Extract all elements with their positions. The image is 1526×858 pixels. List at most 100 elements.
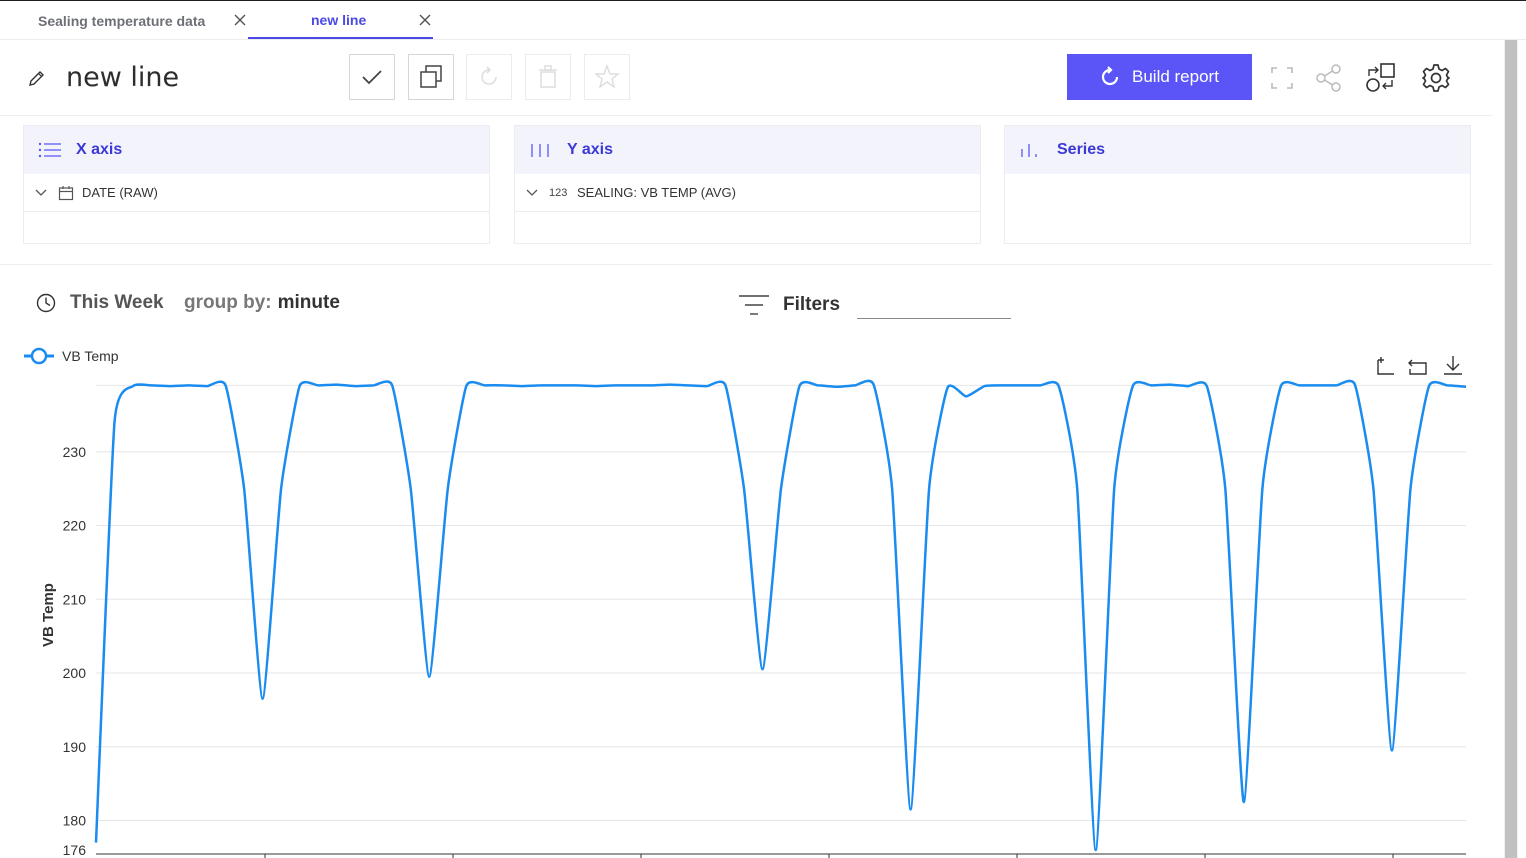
data-point[interactable] (1390, 748, 1394, 752)
data-point[interactable] (446, 487, 450, 491)
scrollbar-thumb[interactable] (1505, 40, 1517, 858)
data-point[interactable] (168, 384, 172, 388)
data-point[interactable] (409, 487, 413, 491)
data-point[interactable] (131, 384, 135, 388)
data-point[interactable] (724, 383, 728, 387)
data-point[interactable] (94, 841, 98, 845)
data-point[interactable] (483, 383, 487, 387)
data-point[interactable] (113, 420, 117, 424)
legend-marker[interactable] (30, 347, 48, 365)
data-point[interactable] (1409, 487, 1413, 491)
data-point[interactable] (927, 487, 931, 491)
data-point[interactable] (668, 383, 672, 387)
data-point[interactable] (779, 487, 783, 491)
data-point[interactable] (1112, 487, 1116, 491)
data-point[interactable] (538, 383, 542, 387)
data-point[interactable] (1334, 383, 1338, 387)
data-point[interactable] (335, 383, 339, 387)
data-point[interactable] (150, 383, 154, 387)
data-point[interactable] (390, 383, 394, 387)
data-point[interactable] (1464, 385, 1468, 389)
data-point[interactable] (1446, 383, 1450, 387)
data-point[interactable] (1075, 487, 1079, 491)
pencil-icon[interactable] (27, 68, 47, 88)
close-icon[interactable] (417, 12, 433, 28)
duplicate-button[interactable] (408, 54, 454, 100)
data-point[interactable] (298, 384, 302, 388)
data-point[interactable] (1020, 383, 1024, 387)
data-point[interactable] (1297, 383, 1301, 387)
fullscreen-button[interactable] (1266, 62, 1298, 94)
data-point[interactable] (705, 384, 709, 388)
data-point[interactable] (798, 384, 802, 388)
data-point[interactable] (1149, 383, 1153, 387)
data-point[interactable] (1186, 384, 1190, 388)
data-point[interactable] (1371, 487, 1375, 491)
share-button[interactable] (1313, 62, 1345, 94)
data-point[interactable] (1279, 384, 1283, 388)
data-point[interactable] (649, 383, 653, 387)
data-point[interactable] (1353, 383, 1357, 387)
group-by-selector[interactable]: group by: minute (184, 292, 340, 314)
data-point[interactable] (761, 667, 765, 671)
y-axis-field[interactable]: 123 SEALING: VB TEMP (AVG) (515, 174, 980, 212)
data-point[interactable] (353, 384, 357, 388)
data-point[interactable] (1242, 800, 1246, 804)
data-point[interactable] (1057, 384, 1061, 388)
data-point[interactable] (316, 383, 320, 387)
data-point[interactable] (520, 384, 524, 388)
filters-toggle[interactable]: Filters (738, 292, 840, 318)
data-point[interactable] (575, 383, 579, 387)
download-icon[interactable] (1444, 356, 1462, 375)
data-point[interactable] (1316, 383, 1320, 387)
tab-sealing-temperature-data[interactable]: Sealing temperature data (38, 11, 205, 31)
tab-new-line[interactable]: new line (248, 1, 433, 39)
data-point[interactable] (1038, 383, 1042, 387)
chevron-down-icon[interactable] (525, 186, 539, 200)
data-point[interactable] (261, 697, 265, 701)
data-point[interactable] (1205, 384, 1209, 388)
data-point[interactable] (279, 487, 283, 491)
data-point[interactable] (1427, 384, 1431, 388)
favorite-button[interactable] (584, 54, 630, 100)
chevron-down-icon[interactable] (34, 186, 48, 200)
data-point[interactable] (631, 383, 635, 387)
restore-icon[interactable] (1408, 359, 1427, 375)
data-point[interactable] (1094, 848, 1098, 852)
settings-button[interactable] (1420, 62, 1452, 94)
x-axis-field[interactable]: DATE (RAW) (24, 174, 489, 212)
data-point[interactable] (853, 383, 857, 387)
delete-button[interactable] (525, 54, 571, 100)
reset-button[interactable] (466, 54, 512, 100)
data-point[interactable] (372, 383, 376, 387)
data-point[interactable] (594, 384, 598, 388)
data-point[interactable] (686, 383, 690, 387)
data-point[interactable] (872, 383, 876, 387)
data-point[interactable] (964, 394, 968, 398)
data-point[interactable] (1168, 383, 1172, 387)
save-button[interactable] (349, 54, 395, 100)
data-point[interactable] (612, 383, 616, 387)
data-point[interactable] (501, 383, 505, 387)
data-point[interactable] (1131, 384, 1135, 388)
data-point[interactable] (187, 383, 191, 387)
data-point[interactable] (983, 384, 987, 388)
data-point[interactable] (242, 487, 246, 491)
build-report-button[interactable]: Build report (1067, 54, 1252, 100)
data-point[interactable] (224, 383, 228, 387)
swap-axes-button[interactable] (1365, 62, 1397, 94)
data-point[interactable] (205, 384, 209, 388)
data-point[interactable] (1260, 487, 1264, 491)
data-point[interactable] (835, 385, 839, 389)
zoom-icon[interactable] (1377, 357, 1394, 375)
data-point[interactable] (1001, 383, 1005, 387)
data-point[interactable] (1223, 487, 1227, 491)
period-selector[interactable]: This Week (36, 292, 164, 314)
page-title[interactable]: new line (66, 62, 179, 93)
close-icon[interactable] (232, 12, 248, 28)
data-point[interactable] (742, 487, 746, 491)
data-point[interactable] (909, 807, 913, 811)
data-point[interactable] (464, 384, 468, 388)
data-point[interactable] (427, 675, 431, 679)
data-point[interactable] (946, 386, 950, 390)
